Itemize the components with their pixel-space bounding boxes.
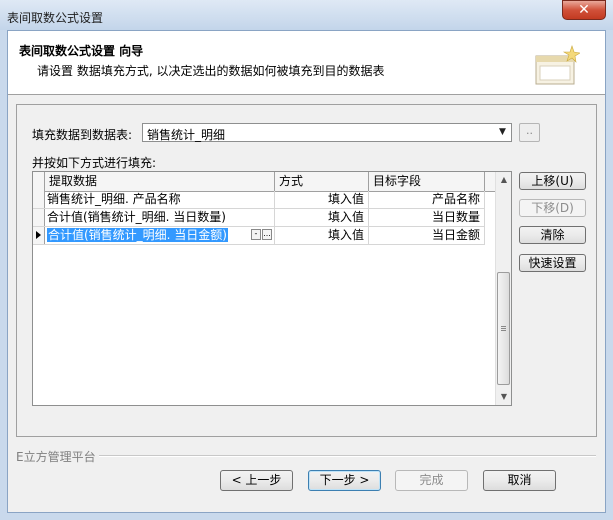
- column-header-source[interactable]: 提取数据: [45, 172, 275, 191]
- row-indicator: [33, 209, 45, 226]
- cancel-button[interactable]: 取消: [483, 470, 556, 491]
- dropdown-arrow-icon[interactable]: ▼: [494, 124, 511, 141]
- wizard-window-icon: [535, 45, 580, 85]
- table-row-selected[interactable]: 合计值(销售统计_明细. 当日金额) - ... 填入值 当日金额: [33, 227, 485, 245]
- table-row[interactable]: 销售统计_明细. 产品名称 填入值 产品名称: [33, 191, 485, 209]
- cell-target[interactable]: 产品名称: [369, 191, 485, 208]
- platform-label: E立方管理平台: [16, 448, 99, 465]
- column-header-mode[interactable]: 方式: [275, 172, 369, 191]
- header-indicator: [33, 172, 45, 191]
- clear-button[interactable]: 清除: [519, 226, 586, 244]
- window-title: 表间取数公式设置: [7, 11, 104, 25]
- table-row[interactable]: 合计值(销售统计_明细. 当日数量) 填入值 当日数量: [33, 209, 485, 227]
- footer-divider: [16, 455, 596, 457]
- fill-mode-label: 并按如下方式进行填充:: [32, 156, 157, 170]
- cell-mode[interactable]: 填入值: [275, 191, 369, 208]
- scroll-thumb[interactable]: [497, 272, 510, 385]
- quick-set-button[interactable]: 快速设置: [519, 254, 586, 272]
- row-indicator: [33, 191, 45, 208]
- target-table-select[interactable]: 销售统计_明细 ▼: [142, 123, 512, 142]
- cell-more-button[interactable]: ...: [262, 229, 272, 240]
- cell-target[interactable]: 当日金额: [369, 227, 485, 244]
- fill-table-label: 填充数据到数据表:: [32, 128, 133, 142]
- cell-source-editing[interactable]: 合计值(销售统计_明细. 当日金额) - ...: [45, 227, 275, 244]
- grid-vertical-scrollbar[interactable]: ▲ ▼: [495, 172, 511, 405]
- grip-line: [501, 330, 506, 331]
- scroll-down-arrow-icon[interactable]: ▼: [497, 390, 511, 404]
- cell-mode[interactable]: 填入值: [275, 227, 369, 244]
- grid-header: 提取数据 方式 目标字段: [33, 172, 495, 192]
- cell-mode[interactable]: 填入值: [275, 209, 369, 226]
- close-icon: ✕: [578, 2, 590, 18]
- cell-minus-button[interactable]: -: [251, 229, 261, 240]
- next-button[interactable]: 下一步 >: [308, 470, 381, 491]
- grip-line: [501, 326, 506, 327]
- cell-source[interactable]: 销售统计_明细. 产品名称: [45, 191, 275, 208]
- column-header-target[interactable]: 目标字段: [369, 172, 485, 191]
- mapping-grid[interactable]: 提取数据 方式 目标字段 销售统计_明细. 产品名称 填入值 产品名称 合计值(…: [32, 171, 512, 406]
- close-button[interactable]: ✕: [562, 0, 606, 20]
- cell-target[interactable]: 当日数量: [369, 209, 485, 226]
- grip-line: [501, 328, 506, 329]
- wizard-title: 表间取数公式设置 向导: [19, 44, 144, 58]
- wizard-subtitle: 请设置 数据填充方式, 以决定选出的数据如何被填充到目的数据表: [37, 64, 385, 78]
- move-down-button[interactable]: 下移(D): [519, 199, 586, 217]
- previous-button[interactable]: < 上一步: [220, 470, 293, 491]
- row-indicator: [33, 227, 45, 244]
- scroll-up-arrow-icon[interactable]: ▲: [497, 173, 511, 187]
- move-up-button[interactable]: 上移(U): [519, 172, 586, 190]
- browse-button[interactable]: ..: [519, 123, 540, 142]
- cell-source[interactable]: 合计值(销售统计_明细. 当日数量): [45, 209, 275, 226]
- finish-button[interactable]: 完成: [395, 470, 468, 491]
- target-table-value: 销售统计_明细: [147, 128, 226, 142]
- current-row-arrow-icon: [36, 231, 41, 239]
- cell-source-text: 合计值(销售统计_明细. 当日金额): [47, 228, 228, 242]
